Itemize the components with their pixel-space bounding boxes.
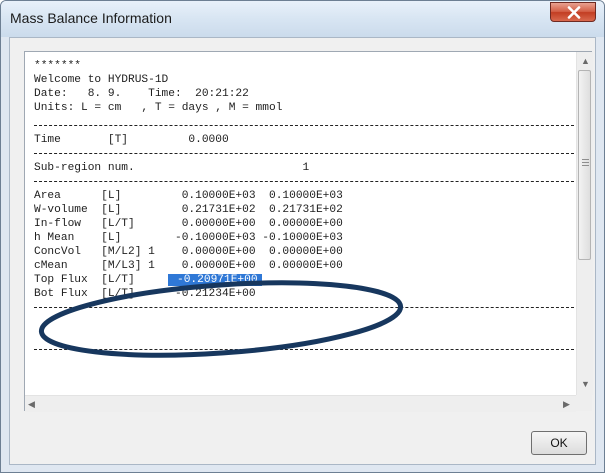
report-line: Date: 8. 9. Time: 20:21:22: [34, 87, 574, 101]
selected-text[interactable]: -0.20971E+00: [168, 274, 262, 286]
report-line: h Mean [L] -0.10000E+03 -0.10000E+03: [34, 231, 574, 245]
report-line-text: In-flow [L/T] 0.00000E+00 0.00000E+00: [34, 218, 343, 230]
report-line: W-volume [L] 0.21731E+02 0.21731E+02: [34, 203, 574, 217]
scroll-right-arrow-icon[interactable]: ▶: [563, 399, 570, 409]
grip-line: [582, 162, 589, 163]
report-line-text: h Mean [L] -0.10000E+03 -0.10000E+03: [34, 232, 343, 244]
grip-line: [582, 165, 589, 166]
scroll-down-arrow-icon[interactable]: ▼: [581, 379, 590, 389]
scrollbar-corner: [576, 395, 592, 411]
vertical-scrollbar[interactable]: ▲ ▼: [576, 52, 593, 395]
grip-line: [582, 159, 589, 160]
report-line-text: Time [T] 0.0000: [34, 134, 229, 146]
separator-line: [34, 175, 574, 189]
report-line-text: Date: 8. 9. Time: 20:21:22: [34, 88, 249, 100]
report-text-area[interactable]: ******* Welcome to HYDRUS-1D Date: 8. 9. T…: [24, 51, 593, 412]
report-line-text: Area [L] 0.10000E+03 0.10000E+03: [34, 190, 343, 202]
scroll-up-arrow-icon[interactable]: ▲: [581, 56, 590, 66]
report-line: Sub-region num. 1: [34, 161, 574, 175]
mass-balance-window: Mass Balance Information ******* Welcome …: [0, 0, 605, 473]
report-line: Top Flux [L/T] -0.20971E+00: [34, 273, 574, 287]
ok-button[interactable]: OK: [531, 431, 587, 455]
report-line-text: W-volume [L] 0.21731E+02 0.21731E+02: [34, 204, 343, 216]
report-line: *******: [34, 59, 574, 73]
report-line-text: Welcome to HYDRUS-1D: [34, 74, 169, 86]
report-line-text: Top Flux [L/T]: [34, 274, 169, 286]
separator-line: [34, 343, 574, 357]
report-line-text: cMean [M/L3] 1 0.00000E+00 0.00000E+00: [34, 260, 343, 272]
scroll-left-arrow-icon[interactable]: ◀: [28, 399, 35, 409]
close-icon: [567, 6, 581, 19]
title-bar[interactable]: Mass Balance Information: [1, 1, 604, 37]
report-line: Time [T] 0.0000: [34, 133, 574, 147]
report-line-text: ConcVol [M/L2] 1 0.00000E+00 0.00000E+00: [34, 246, 343, 258]
report-line: ConcVol [M/L2] 1 0.00000E+00 0.00000E+00: [34, 245, 574, 259]
report-line: cMean [M/L3] 1 0.00000E+00 0.00000E+00: [34, 259, 574, 273]
dialog-client-area: ******* Welcome to HYDRUS-1D Date: 8. 9. T…: [9, 37, 596, 465]
report-line: Welcome to HYDRUS-1D: [34, 73, 574, 87]
report-line-text: *******: [34, 60, 81, 72]
report-line: Units: L = cm , T = days , M = mmol: [34, 101, 574, 115]
separator-line: [34, 119, 574, 133]
horizontal-scrollbar[interactable]: ◀ ▶: [25, 395, 576, 412]
separator-line: [34, 147, 574, 161]
report-line-text: Sub-region num. 1: [34, 162, 310, 174]
report-line: Bot Flux [L/T] -0.21234E+00: [34, 287, 574, 301]
report-line: In-flow [L/T] 0.00000E+00 0.00000E+00: [34, 217, 574, 231]
close-button[interactable]: [550, 2, 596, 22]
separator-line: [34, 301, 574, 315]
report-text[interactable]: ******* Welcome to HYDRUS-1D Date: 8. 9. T…: [34, 59, 574, 382]
report-line: Area [L] 0.10000E+03 0.10000E+03: [34, 189, 574, 203]
report-line-text: Bot Flux [L/T] -0.21234E+00: [34, 288, 256, 300]
window-title: Mass Balance Information: [10, 10, 172, 26]
vertical-scroll-thumb[interactable]: [578, 70, 591, 260]
report-line-text: Units: L = cm , T = days , M = mmol: [34, 102, 283, 114]
